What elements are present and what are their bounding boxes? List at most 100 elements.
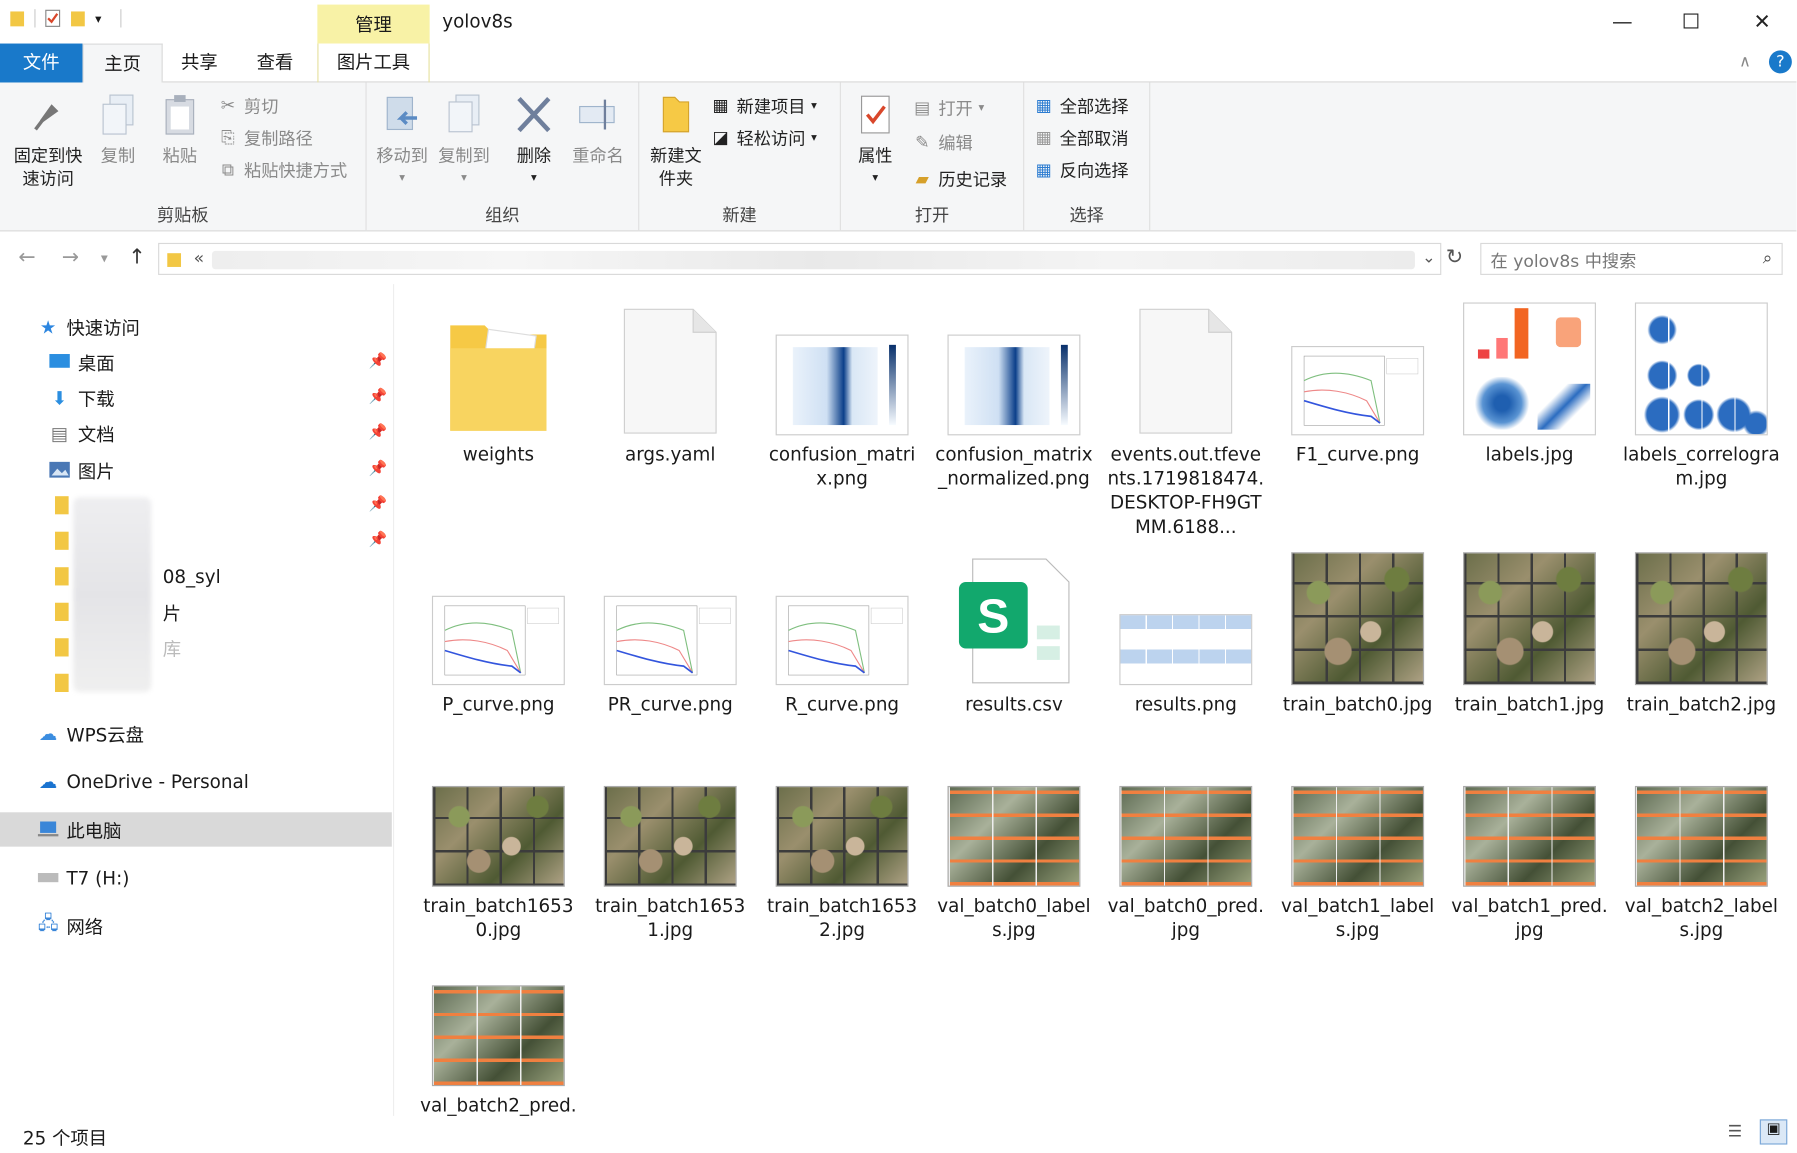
new-folder-button[interactable]: 新建文件夹 [646, 92, 706, 191]
copy-to-label: 复制到 [438, 145, 490, 167]
address-dropdown-icon[interactable]: ⌄ [1422, 249, 1435, 267]
select-none-button[interactable]: ▦ 全部取消 [1033, 124, 1129, 151]
pin-icon[interactable]: 📌 [369, 496, 388, 513]
tab-picture-tools[interactable]: 图片工具 [317, 43, 430, 83]
file-item[interactable]: labels.jpg [1449, 300, 1609, 541]
paste-button[interactable]: 粘贴 [156, 92, 204, 168]
nav-drive-h[interactable]: T7 (H:) [0, 860, 392, 894]
file-item[interactable]: args.yaml [590, 300, 750, 541]
open-button[interactable]: ▤ 打开 ▾ [912, 94, 984, 121]
nav-item-folder[interactable] [0, 666, 392, 700]
move-to-button[interactable]: 移动到 ▾ [373, 92, 430, 191]
up-arrow-icon[interactable]: ↑ [128, 245, 145, 269]
file-item[interactable]: events.out.tfevents.1719818474.DESKTOP-F… [1106, 300, 1266, 541]
help-icon[interactable]: ? [1768, 50, 1792, 74]
history-icon: ▰ [915, 168, 929, 190]
file-item[interactable]: val_batch0_pred.jpg [1106, 752, 1266, 993]
file-item[interactable]: weights [418, 300, 578, 541]
details-view-icon[interactable]: ☰ [1728, 1123, 1742, 1141]
nav-quick-access[interactable]: ★ 快速访问 [0, 309, 392, 343]
refresh-icon[interactable]: ↻ [1446, 245, 1463, 269]
easy-access-button[interactable]: ◪ 轻松访问 ▾ [710, 124, 817, 151]
photo-thumbnail-icon [590, 752, 750, 887]
tab-file[interactable]: 文件 [0, 43, 83, 83]
file-item[interactable]: val_batch0_labels.jpg [934, 752, 1094, 993]
file-item[interactable]: val_batch1_pred.jpg [1449, 752, 1609, 993]
nav-label: T7 (H:) [66, 866, 130, 889]
address-bar[interactable]: « ⌄ [158, 242, 1442, 275]
back-arrow-icon[interactable]: ← [18, 245, 35, 269]
close-button[interactable]: ✕ [1728, 0, 1797, 44]
delete-button[interactable]: 删除 ▾ [511, 92, 557, 191]
copy-to-button[interactable]: 复制到 ▾ [435, 92, 492, 191]
nav-wps-cloud[interactable]: ☁ WPS云盘 [0, 716, 392, 750]
tab-share[interactable]: 共享 [160, 44, 238, 83]
file-item[interactable]: train_batch16532.jpg [762, 752, 922, 993]
history-label: 历史记录 [938, 168, 1008, 190]
file-item[interactable]: val_batch1_labels.jpg [1277, 752, 1437, 993]
pin-icon[interactable]: 📌 [369, 424, 388, 441]
copy-button[interactable]: 复制 [94, 92, 142, 168]
file-item[interactable]: F1_curve.png [1277, 300, 1437, 541]
new-folder-icon[interactable] [70, 9, 86, 27]
pin-quick-access-button[interactable]: 固定到快速访问 [7, 92, 89, 191]
nav-item-folder[interactable] [0, 488, 392, 522]
pin-icon[interactable]: 📌 [369, 388, 388, 405]
file-item[interactable]: confusion_matrix_normalized.png [934, 300, 1094, 541]
paste-shortcut-button[interactable]: ⧉ 粘贴快捷方式 [218, 156, 347, 183]
desktop-icon [48, 352, 71, 373]
forward-arrow-icon[interactable]: → [62, 245, 79, 269]
file-item[interactable]: val_batch2_labels.jpg [1621, 752, 1781, 993]
file-name: train_batch2.jpg [1626, 693, 1777, 715]
minimize-button[interactable]: — [1588, 0, 1657, 44]
properties-check-icon[interactable] [45, 9, 61, 27]
nav-this-pc[interactable]: 此电脑 [0, 812, 392, 847]
easy-access-label: 轻松访问 [736, 127, 806, 149]
nav-item-desktop[interactable]: 桌面 [0, 345, 392, 379]
pin-icon[interactable]: 📌 [369, 353, 388, 370]
manage-context-tab[interactable]: 管理 [317, 4, 430, 44]
pin-icon[interactable]: 📌 [369, 532, 388, 549]
rename-button[interactable]: 重命名 [568, 92, 628, 168]
maximize-button[interactable]: ☐ [1657, 0, 1726, 44]
file-name: weights [462, 443, 535, 466]
qat-dropdown-icon[interactable]: ▾ [95, 11, 101, 26]
search-input[interactable]: 在 yolov8s 中搜索 ⌕ [1480, 242, 1783, 275]
nav-item-folder[interactable]: 08_syl [0, 559, 392, 593]
nav-item-folder[interactable]: 片 [0, 595, 392, 629]
copy-path-button[interactable]: ⎘ 复制路径 [218, 124, 313, 151]
breadcrumb-overflow[interactable]: « [194, 247, 205, 268]
pin-icon[interactable]: 📌 [369, 461, 388, 478]
nav-item-documents[interactable]: ▤ 文档 [0, 416, 392, 450]
nav-onedrive[interactable]: ☁ OneDrive - Personal [0, 764, 392, 798]
nav-item-pictures[interactable]: 图片 [0, 453, 392, 487]
file-item[interactable]: train_batch16531.jpg [590, 752, 750, 993]
nav-network[interactable]: 🖧 网络 [0, 909, 392, 943]
doc-thumbnail-icon [1106, 300, 1266, 435]
collapse-ribbon-icon[interactable]: ∧ [1739, 53, 1751, 71]
large-icons-view-icon[interactable]: ▣ [1759, 1119, 1788, 1145]
cut-button[interactable]: ✂ 剪切 [218, 92, 279, 119]
nav-item-folder[interactable]: 库 [0, 630, 392, 664]
new-item-label: 新建项目 [736, 95, 806, 117]
file-item[interactable]: confusion_matrix.png [762, 300, 922, 541]
new-item-icon: ▦ [712, 95, 729, 116]
recent-locations-icon[interactable]: ▾ [101, 250, 108, 266]
open-group: 属性 ▾ ▤ 打开 ▾ ✎ 编辑 ▰ 历史记录 打开 [841, 82, 1025, 232]
folder-icon[interactable] [9, 9, 25, 27]
file-item[interactable]: labels_correlogram.jpg [1621, 300, 1781, 541]
correlogram-thumbnail-icon [1621, 300, 1781, 436]
edit-button[interactable]: ✎ 编辑 [912, 128, 973, 155]
history-button[interactable]: ▰ 历史记录 [912, 165, 1007, 192]
new-item-button[interactable]: ▦ 新建项目 ▾ [710, 92, 817, 119]
nav-item-downloads[interactable]: ⬇ 下载 [0, 380, 392, 414]
properties-button[interactable]: 属性 ▾ [850, 92, 900, 191]
tab-view[interactable]: 查看 [236, 44, 314, 83]
nav-item-folder[interactable] [0, 524, 392, 558]
search-icon[interactable]: ⌕ [1763, 247, 1773, 268]
select-all-button[interactable]: ▦ 全部选择 [1033, 92, 1129, 119]
invert-selection-button[interactable]: ▦ 反向选择 [1033, 156, 1129, 183]
nav-label: WPS云盘 [66, 724, 144, 746]
tab-home[interactable]: 主页 [82, 43, 163, 84]
organize-group-label: 组织 [485, 205, 520, 226]
